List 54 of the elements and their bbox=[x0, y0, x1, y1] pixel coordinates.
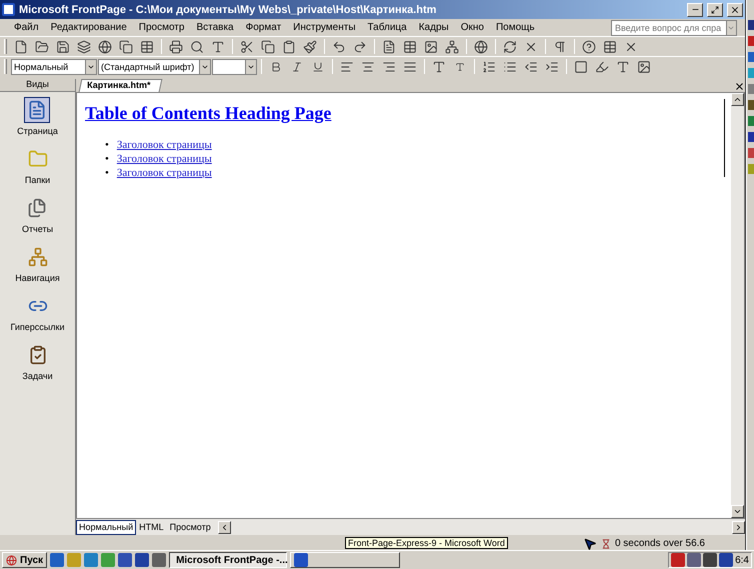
menu-item[interactable]: Вставка bbox=[190, 22, 240, 33]
tooltip: Front-Page-Express-9 - Microsoft Word bbox=[345, 537, 508, 549]
maximize-button[interactable] bbox=[707, 2, 723, 16]
clock: 6:4 bbox=[735, 554, 749, 566]
window-title: Microsoft FrontPage - C:\Мои документы\My Webs\_private\Host\Картинка.htm bbox=[19, 4, 438, 16]
start-button[interactable]: Пуск bbox=[2, 552, 48, 568]
scroll-left-button[interactable] bbox=[218, 520, 231, 534]
menu-item[interactable]: Таблица bbox=[362, 22, 413, 33]
close-icon bbox=[730, 4, 740, 14]
maximize-icon bbox=[711, 6, 719, 14]
minimize-button[interactable] bbox=[687, 2, 703, 16]
font-dropdown[interactable]: (Стандартный шрифт) bbox=[98, 58, 211, 74]
menu-item[interactable]: Редактирование bbox=[44, 22, 133, 33]
taskbar-button[interactable]: Microsoft FrontPage -... bbox=[169, 552, 288, 568]
page-icon[interactable] bbox=[24, 97, 50, 123]
bullet: • bbox=[105, 138, 109, 152]
scroll-down-button[interactable] bbox=[731, 505, 744, 518]
view-tab[interactable]: HTML bbox=[136, 520, 167, 534]
view-label: Отчеты bbox=[22, 224, 54, 234]
menu-item[interactable]: Инструменты bbox=[287, 22, 362, 33]
view-label: Папки bbox=[24, 175, 50, 185]
taskbar-button[interactable] bbox=[290, 552, 400, 568]
horizontal-scrollbar[interactable] bbox=[218, 520, 745, 534]
bullet: • bbox=[105, 166, 109, 180]
view-tab[interactable]: Нормальный bbox=[76, 520, 136, 534]
view-label: Гиперссылки bbox=[10, 322, 64, 332]
menu-item[interactable]: Окно bbox=[454, 22, 490, 33]
scroll-up-button[interactable] bbox=[731, 93, 744, 106]
status-timing: 0 seconds over 56.6 bbox=[614, 538, 705, 549]
page-link[interactable]: Заголовок страницы bbox=[116, 166, 212, 180]
pointer-icon bbox=[582, 536, 597, 550]
vertical-scrollbar[interactable] bbox=[731, 93, 744, 518]
page-heading: Table of Contents Heading Page bbox=[85, 103, 332, 124]
menu-item[interactable]: Просмотр bbox=[132, 22, 190, 33]
menu-item[interactable]: Помощь bbox=[490, 22, 541, 33]
menu-item[interactable]: Кадры bbox=[412, 22, 455, 33]
scroll-right-button[interactable] bbox=[732, 520, 745, 534]
style-dropdown[interactable]: Нормальный bbox=[11, 58, 97, 74]
view-label: Страница bbox=[17, 126, 58, 136]
view-label: Задачи bbox=[22, 371, 53, 381]
view-label: Навигация bbox=[15, 273, 60, 283]
close-document-icon[interactable] bbox=[734, 81, 745, 92]
hourglass-icon bbox=[600, 538, 611, 548]
view-tab[interactable]: Просмотр bbox=[166, 520, 214, 534]
windows-logo-icon bbox=[6, 554, 17, 566]
page-link[interactable]: Заголовок страницы bbox=[116, 152, 212, 166]
page-link[interactable]: Заголовок страницы bbox=[116, 138, 212, 152]
font-size-dropdown[interactable] bbox=[212, 58, 257, 74]
bullet: • bbox=[105, 152, 109, 166]
menu-item[interactable]: Формат bbox=[240, 22, 288, 33]
document-tab[interactable]: Картинка.htm* bbox=[78, 79, 163, 92]
help-search-field[interactable]: Введите вопрос для спра bbox=[611, 20, 737, 36]
menu-item[interactable]: Файл bbox=[8, 22, 45, 33]
close-button[interactable] bbox=[727, 2, 743, 16]
